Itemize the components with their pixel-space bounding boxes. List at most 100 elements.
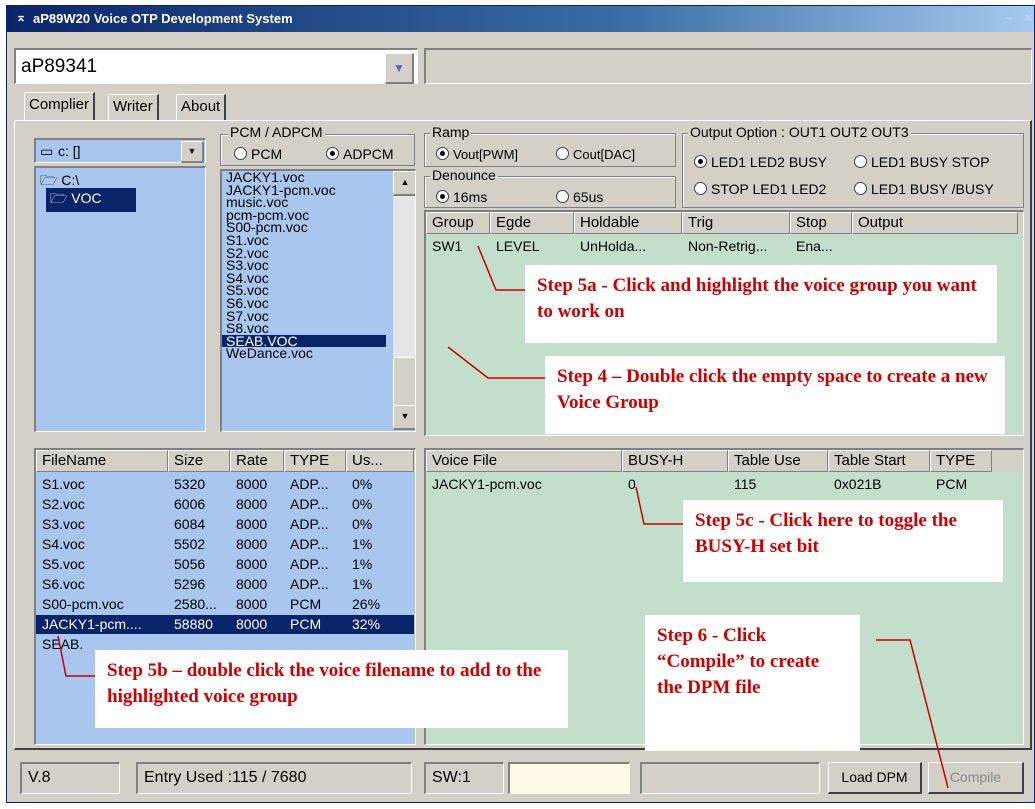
radio-icon bbox=[556, 190, 569, 203]
denounce-title: Denounce bbox=[430, 167, 498, 183]
minimize-icon[interactable]: – bbox=[1005, 10, 1012, 25]
vout-radio[interactable]: Vout[PWM] bbox=[436, 147, 518, 162]
scroll-thumb[interactable] bbox=[393, 357, 415, 410]
table-cell: 5320 bbox=[174, 476, 206, 492]
column-header[interactable]: Voice File bbox=[426, 450, 622, 472]
column-header[interactable]: TYPE bbox=[284, 450, 346, 472]
scroll-down-icon[interactable]: ▼ bbox=[393, 405, 415, 430]
tab-about[interactable]: About bbox=[176, 94, 227, 120]
column-header[interactable]: Egde bbox=[490, 212, 574, 234]
table-cell: 5296 bbox=[174, 576, 206, 592]
voice-file-row[interactable]: S00-pcm.voc 2580... 8000 PCM 26% bbox=[36, 595, 415, 614]
output-opt4-radio[interactable]: LED1 BUSY /BUSY bbox=[854, 181, 1020, 197]
status-field-2 bbox=[640, 762, 820, 794]
chevron-down-icon[interactable]: ▼ bbox=[385, 53, 414, 84]
title-bar[interactable]: ⌅ aP89W20 Voice OTP Development System –… bbox=[7, 6, 1034, 32]
table-cell: 0% bbox=[352, 476, 373, 492]
group-voice-row[interactable]: JACKY1-pcm.voc 0 115 0x021B PCM bbox=[426, 475, 1023, 494]
denounce-65us-label: 65us bbox=[573, 189, 604, 205]
denounce-16ms-label: 16ms bbox=[453, 189, 488, 205]
denounce-16ms-radio[interactable]: 16ms bbox=[436, 189, 487, 205]
radio-icon bbox=[556, 147, 569, 160]
vout-label: Vout[PWM] bbox=[453, 147, 519, 162]
table-cell: S1.voc bbox=[42, 476, 85, 492]
folder-tree[interactable]: 🗁 C:\ 🗁 VOC bbox=[34, 166, 206, 432]
denounce-65us-radio[interactable]: 65us bbox=[556, 189, 603, 205]
chevron-down-icon[interactable]: ▼ bbox=[181, 141, 204, 163]
table-cell: PCM bbox=[290, 616, 322, 632]
output-opt1-radio[interactable]: LED1 LED2 BUSY bbox=[694, 154, 854, 170]
radio-selected-icon bbox=[436, 190, 449, 203]
table-cell: 8000 bbox=[236, 616, 268, 632]
adpcm-radio[interactable]: ADPCM bbox=[326, 146, 394, 162]
compile-button[interactable]: Compile bbox=[928, 762, 1024, 794]
voice-file-row[interactable]: S2.voc 6006 8000 ADP... 0% bbox=[36, 495, 415, 514]
output-opt3-radio[interactable]: STOP LED1 LED2 bbox=[694, 181, 854, 197]
column-header[interactable]: FileName bbox=[36, 450, 168, 472]
file-list-scrollbar[interactable]: ▲ ▼ bbox=[393, 171, 415, 430]
voice-group-row[interactable]: SW1 LEVEL UnHolda... Non-Retrig... Ena... bbox=[426, 237, 1023, 256]
tab-writer[interactable]: Writer bbox=[108, 94, 159, 120]
cout-radio[interactable]: Cout[DAC] bbox=[556, 147, 635, 162]
table-cell: 6084 bbox=[174, 516, 206, 532]
voice-file-row[interactable]: S4.voc 5502 8000 ADP... 1% bbox=[36, 535, 415, 554]
voice-file-row[interactable]: S1.voc 5320 8000 ADP... 0% bbox=[36, 475, 415, 494]
table-cell: 0 bbox=[628, 476, 636, 492]
table-cell: S5.voc bbox=[42, 556, 85, 572]
output-opt4-label: LED1 BUSY /BUSY bbox=[871, 181, 994, 197]
voice-file-row[interactable]: JACKY1-pcm.... 58880 8000 PCM 32% bbox=[36, 615, 414, 634]
column-header[interactable]: BUSY-H bbox=[622, 450, 728, 472]
load-dpm-button[interactable]: Load DPM bbox=[828, 762, 922, 794]
voice-group-table-header: Group Egde Holdable Trig Stop Output bbox=[426, 212, 1023, 234]
table-cell: 58880 bbox=[174, 616, 213, 632]
sw-field: SW:1 bbox=[424, 762, 504, 794]
system-menu-icon[interactable]: ⌅ bbox=[16, 10, 26, 24]
voc-file-list[interactable]: JACKY1.voc JACKY1-pcm.voc music.voc pcm-pcm… bbox=[220, 169, 416, 432]
table-cell: 26% bbox=[352, 596, 381, 612]
column-header[interactable]: Output bbox=[852, 212, 1018, 234]
voice-file-row[interactable]: S5.voc 5056 8000 ADP... 1% bbox=[36, 555, 415, 574]
table-cell: 0% bbox=[352, 516, 373, 532]
table-cell: ADP... bbox=[290, 556, 329, 572]
output-opt2-label: LED1 BUSY STOP bbox=[871, 154, 990, 170]
scroll-up-icon[interactable]: ▲ bbox=[393, 171, 415, 196]
radio-selected-icon bbox=[436, 147, 449, 160]
close-icon[interactable]: × bbox=[1025, 10, 1033, 25]
table-cell: ADP... bbox=[290, 536, 329, 552]
output-opt3-label: STOP LED1 LED2 bbox=[711, 181, 827, 197]
column-header[interactable]: Us... bbox=[346, 450, 414, 472]
table-cell: ADP... bbox=[290, 576, 329, 592]
voice-file-row[interactable]: S6.voc 5296 8000 ADP... 1% bbox=[36, 575, 415, 594]
group-voice-table-header: Voice File BUSY-H Table Use Table Start TYPE bbox=[426, 450, 1023, 472]
drive-select[interactable]: ▭ c: [] ▼ bbox=[34, 138, 206, 163]
device-select[interactable]: aP89341 ▼ bbox=[14, 48, 418, 84]
column-header[interactable]: Group bbox=[426, 212, 490, 234]
radio-icon bbox=[854, 155, 867, 168]
pcm-adpcm-title: PCM / ADPCM bbox=[228, 124, 325, 140]
table-cell: 8000 bbox=[236, 596, 268, 612]
voice-file-row[interactable]: S3.voc 6084 8000 ADP... 0% bbox=[36, 515, 415, 534]
column-header[interactable]: Trig bbox=[682, 212, 790, 234]
column-header[interactable]: Rate bbox=[230, 450, 284, 472]
file-list-item[interactable]: WeDance.voc bbox=[222, 347, 415, 361]
folder-item-voc[interactable]: 🗁 VOC bbox=[46, 188, 136, 212]
table-cell: JACKY1-pcm.... bbox=[42, 616, 142, 632]
output-opt1-label: LED1 LED2 BUSY bbox=[711, 154, 827, 170]
column-header[interactable]: TYPE bbox=[930, 450, 992, 472]
table-cell: UnHolda... bbox=[580, 238, 647, 254]
column-header[interactable]: Holdable bbox=[574, 212, 682, 234]
table-cell: S3.voc bbox=[42, 516, 85, 532]
pcm-radio[interactable]: PCM bbox=[234, 146, 282, 162]
window-title: aP89W20 Voice OTP Development System bbox=[33, 11, 293, 26]
column-header[interactable]: Table Start bbox=[828, 450, 930, 472]
output-opt2-radio[interactable]: LED1 BUSY STOP bbox=[854, 154, 1020, 170]
table-cell: 1% bbox=[352, 576, 373, 592]
table-cell: 8000 bbox=[236, 576, 268, 592]
column-header[interactable]: Table Use bbox=[728, 450, 828, 472]
column-header[interactable]: Stop bbox=[790, 212, 852, 234]
device-info-field bbox=[424, 48, 1032, 84]
cout-label: Cout[DAC] bbox=[573, 147, 636, 162]
column-header[interactable]: Size bbox=[168, 450, 230, 472]
tab-complier[interactable]: Complier bbox=[24, 92, 96, 120]
table-cell: 2580... bbox=[174, 596, 217, 612]
